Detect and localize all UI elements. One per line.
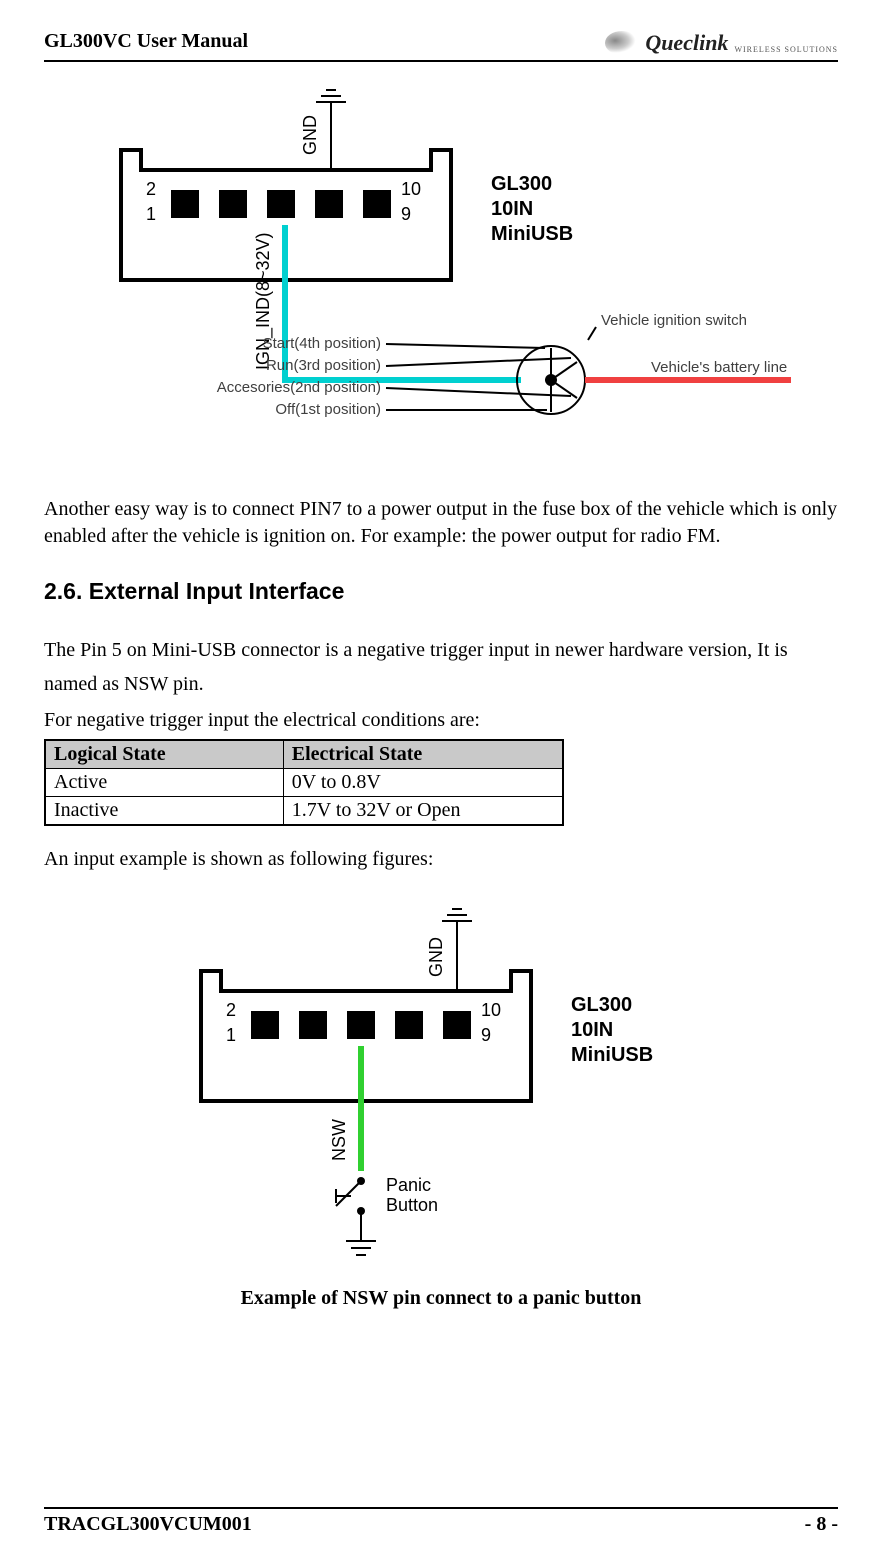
paragraph-example-intro: An input example is shown as following f… bbox=[44, 848, 838, 871]
logo-text: Queclink bbox=[645, 30, 728, 56]
paragraph-conditions-intro: For negative trigger input the electrica… bbox=[44, 705, 838, 735]
panic-label-1: Panic bbox=[386, 1175, 431, 1195]
table-cell-logical: Inactive bbox=[45, 797, 283, 826]
ignition-wiring-diagram: 2 1 10 9 GND GL300 10IN MiniUSB IGN_IND(… bbox=[44, 80, 838, 466]
pos1-label: Off(1st position) bbox=[275, 401, 381, 418]
section-2-6-heading: 2.6. External Input Interface bbox=[44, 578, 838, 605]
device-name-2: 10IN bbox=[571, 1019, 613, 1041]
paragraph-nsw-intro: The Pin 5 on Mini-USB connector is a neg… bbox=[44, 633, 838, 701]
gnd-label: GND bbox=[426, 937, 446, 977]
table-header-electrical: Electrical State bbox=[283, 740, 563, 769]
pin1-label: 1 bbox=[146, 204, 156, 224]
device-name-2: 10IN bbox=[491, 198, 533, 220]
pos2-label: Accesories(2nd position) bbox=[217, 379, 381, 396]
nsw-panic-button-diagram: 2 1 10 9 GND GL300 10IN MiniUSB NSW Pani… bbox=[44, 891, 838, 1310]
table-cell-logical: Active bbox=[45, 769, 283, 797]
table-header-row: Logical State Electrical State bbox=[45, 740, 563, 769]
device-name-3: MiniUSB bbox=[571, 1044, 653, 1066]
page-header: GL300VC User Manual Queclink WIRELESS SO… bbox=[44, 30, 838, 62]
page-footer: TRACGL300VCUM001 - 8 - bbox=[44, 1507, 838, 1536]
pin9-label: 9 bbox=[481, 1025, 491, 1045]
table-cell-electrical: 0V to 0.8V bbox=[283, 769, 563, 797]
paragraph-pin7: Another easy way is to connect PIN7 to a… bbox=[44, 496, 838, 550]
footer-page-number: - 8 - bbox=[805, 1513, 838, 1536]
device-name-1: GL300 bbox=[571, 994, 632, 1016]
table-row: Active 0V to 0.8V bbox=[45, 769, 563, 797]
brand-logo: Queclink WIRELESS SOLUTIONS bbox=[605, 30, 838, 56]
electrical-states-table: Logical State Electrical State Active 0V… bbox=[44, 739, 564, 826]
connector-pins-icon bbox=[171, 190, 391, 218]
battery-line-label: Vehicle's battery line bbox=[651, 359, 787, 376]
pin1-label: 1 bbox=[226, 1025, 236, 1045]
pin2-label: 2 bbox=[146, 179, 156, 199]
logo-swoosh-icon bbox=[605, 31, 639, 55]
table-row: Inactive 1.7V to 32V or Open bbox=[45, 797, 563, 826]
logo-subtext: WIRELESS SOLUTIONS bbox=[734, 45, 838, 54]
nsw-label: NSW bbox=[329, 1119, 349, 1161]
pin10-label: 10 bbox=[401, 179, 421, 199]
footer-doc-id: TRACGL300VCUM001 bbox=[44, 1513, 252, 1536]
pin2-label: 2 bbox=[226, 1000, 236, 1020]
gnd-label: GND bbox=[300, 115, 320, 155]
pos3-label: Run(3rd position) bbox=[266, 357, 381, 374]
connector-pins-icon bbox=[251, 1011, 471, 1039]
pin10-label: 10 bbox=[481, 1000, 501, 1020]
document-title: GL300VC User Manual bbox=[44, 30, 248, 53]
ignition-switch-label: Vehicle ignition switch bbox=[601, 312, 747, 329]
table-header-logical: Logical State bbox=[45, 740, 283, 769]
panic-label-2: Button bbox=[386, 1195, 438, 1215]
pin9-label: 9 bbox=[401, 204, 411, 224]
pos4-label: Start(4th position) bbox=[263, 335, 381, 352]
device-name-1: GL300 bbox=[491, 173, 552, 195]
device-name-3: MiniUSB bbox=[491, 223, 573, 245]
table-cell-electrical: 1.7V to 32V or Open bbox=[283, 797, 563, 826]
figure-caption: Example of NSW pin connect to a panic bu… bbox=[44, 1287, 838, 1310]
